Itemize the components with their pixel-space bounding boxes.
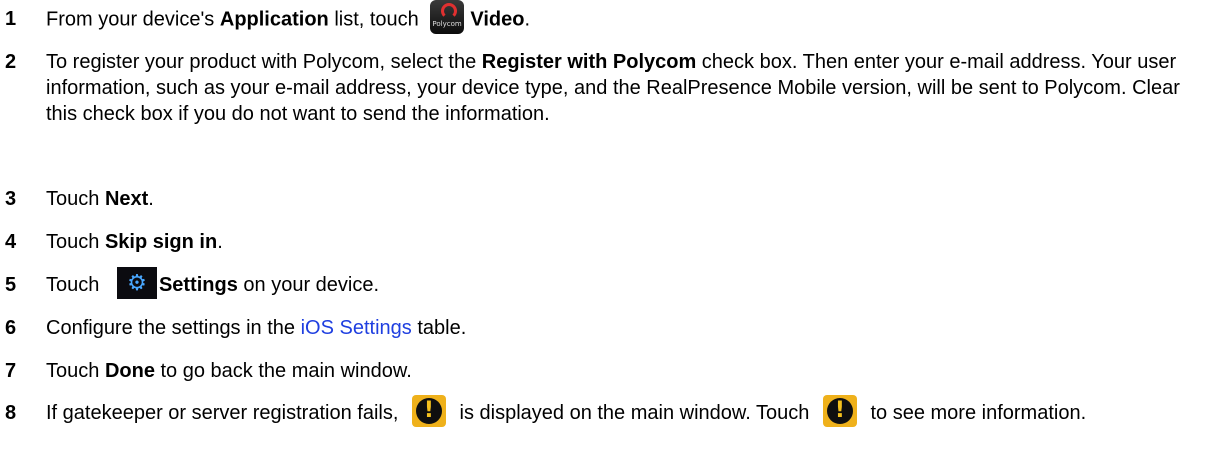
gear-icon: ⚙ [116, 266, 157, 299]
step-number: 8 [5, 402, 17, 424]
step-text: From your device's Application list, tou… [46, 0, 1196, 34]
warning-icon: ! [822, 394, 857, 427]
step-text: Touch Skip sign in. [46, 231, 223, 253]
step-number: 1 [5, 8, 17, 30]
step-text: Touch Next. [46, 188, 154, 210]
ios-settings-link[interactable]: iOS Settings [301, 317, 412, 339]
step-number: 4 [5, 231, 17, 253]
step-number: 2 [5, 51, 17, 73]
step-text: Touch Done to go back the main window. [46, 360, 412, 382]
warning-icon: ! [411, 394, 446, 427]
step-number: 6 [5, 317, 17, 339]
step-text: If gatekeeper or server registration fai… [46, 394, 1196, 427]
polycom-app-icon: Polycom [430, 0, 465, 34]
step-text: To register your product with Polycom, s… [46, 51, 1180, 125]
step-number: 5 [5, 274, 17, 296]
step-text: Configure the settings in the iOS Settin… [46, 317, 467, 339]
step-text: Touch ⚙ Settings on your device. [46, 266, 1196, 299]
step-number: 3 [5, 188, 17, 210]
step-number: 7 [5, 360, 17, 382]
